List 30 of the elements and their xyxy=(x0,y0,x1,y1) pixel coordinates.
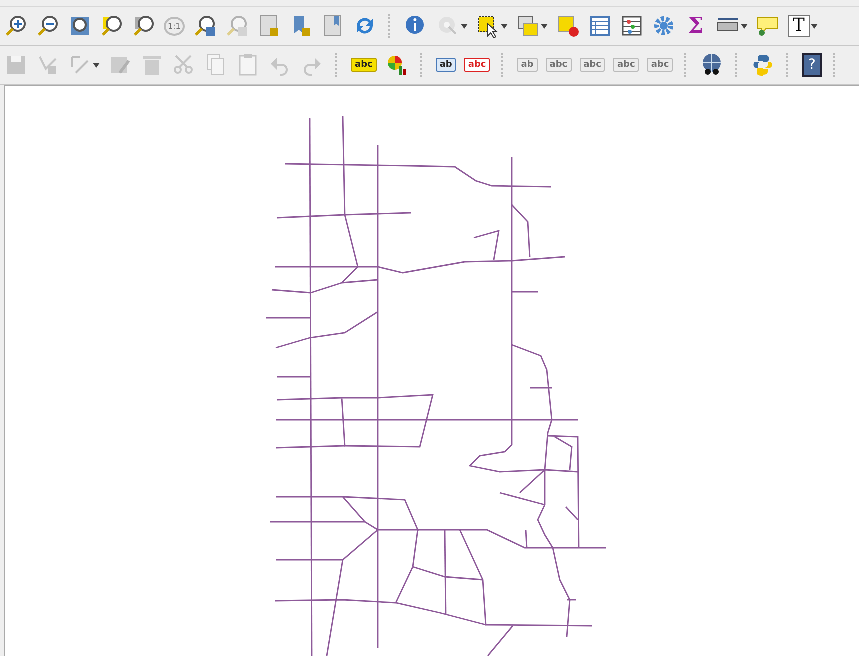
deselect-icon xyxy=(556,14,580,38)
caret-icon xyxy=(740,24,748,28)
zoom-full-icon xyxy=(68,14,92,38)
zoom-last-icon xyxy=(192,14,217,38)
scissors-icon xyxy=(172,53,196,77)
zoom-next-icon xyxy=(224,14,249,38)
zoom-selection-icon xyxy=(100,14,124,38)
label-highlight-button[interactable]: abc xyxy=(460,49,494,81)
toolbar-separator xyxy=(388,14,393,38)
zoom-in-icon xyxy=(4,14,28,38)
save-icon xyxy=(4,53,28,77)
zoom-out-icon xyxy=(36,14,60,38)
toolbar-separator xyxy=(335,53,340,77)
attribute-select-icon xyxy=(516,14,540,38)
caret-icon xyxy=(460,24,468,28)
trash-icon xyxy=(140,53,164,77)
caret-icon xyxy=(810,24,818,28)
table-icon xyxy=(588,14,612,38)
label-button[interactable]: abc xyxy=(347,49,381,81)
toolbar-separator xyxy=(420,53,425,77)
statistics-button[interactable]: Σ xyxy=(680,10,712,42)
caret-icon xyxy=(540,24,548,28)
zoom-layer-icon xyxy=(132,14,156,38)
gear-icon xyxy=(652,14,676,38)
text-annotation-button[interactable]: T xyxy=(784,10,822,42)
caret-icon xyxy=(500,24,508,28)
pin-label-button[interactable]: ab xyxy=(432,49,460,81)
abacus-icon xyxy=(620,14,644,38)
select-icon xyxy=(476,14,500,38)
caret-icon xyxy=(93,62,100,68)
